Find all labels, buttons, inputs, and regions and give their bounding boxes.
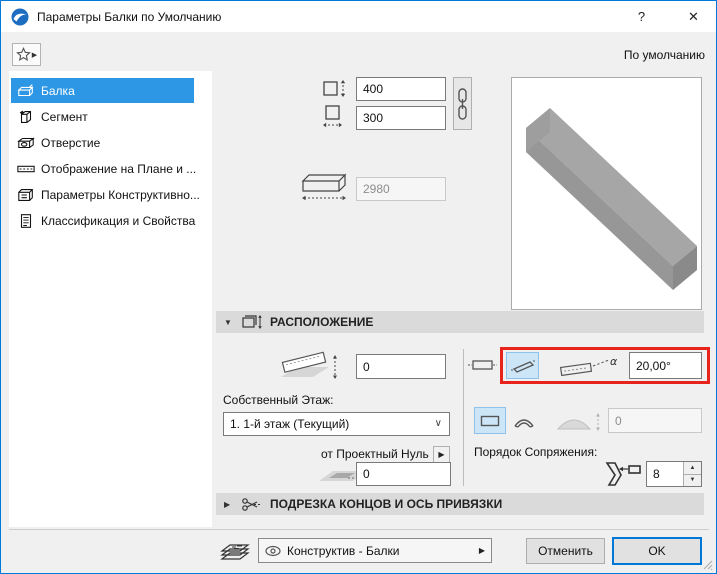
- chevron-down-icon: ∨: [434, 418, 442, 429]
- scissors-icon: [242, 498, 262, 511]
- reference-level-flyout-button[interactable]: ▶: [433, 446, 450, 463]
- structural-parameters-icon: [18, 188, 33, 201]
- beam-preview-panel[interactable]: [511, 77, 702, 310]
- sidebar-item-label: Сегмент: [41, 109, 88, 124]
- close-button[interactable]: ✕: [671, 1, 716, 32]
- slope-angle-alpha-icon: α: [559, 355, 618, 377]
- beam-height-input[interactable]: 400: [356, 77, 446, 101]
- sidebar-item-label: Классификация и Свойства: [41, 213, 196, 228]
- classification-icon: [20, 213, 32, 228]
- home-story-select[interactable]: 1. 1-й этаж (Текущий) ∨: [223, 412, 450, 436]
- settings-sidebar: Балка Сегмент Отверстие Отображение на П…: [9, 71, 212, 527]
- column-divider: [463, 349, 464, 486]
- default-state-label: По умолчанию: [623, 48, 705, 62]
- flyout-arrow-icon: ▶: [478, 546, 485, 555]
- eye-icon: [265, 545, 281, 556]
- junction-order-icon: [605, 462, 641, 486]
- floorplan-display-icon: [17, 165, 35, 172]
- segment-icon: [19, 110, 32, 123]
- star-icon: [15, 47, 31, 61]
- layers-icon: [220, 544, 250, 560]
- arc-height-input: 0: [608, 408, 702, 433]
- beam-elevation-icon: [281, 351, 337, 379]
- sloped-beam-toggle[interactable]: [506, 352, 539, 379]
- beam-width-input[interactable]: 300: [356, 106, 446, 130]
- slope-angle-input[interactable]: 20,00°: [629, 352, 702, 379]
- sidebar-item-floorplan-display[interactable]: Отображение на Плане и ...: [11, 156, 197, 181]
- curved-beam-icon: [514, 418, 534, 428]
- junction-order-label: Порядок Сопряжения:: [474, 445, 598, 459]
- link-dimensions-button[interactable]: [453, 77, 472, 130]
- resize-grip[interactable]: [703, 560, 713, 570]
- sidebar-item-opening[interactable]: Отверстие: [11, 130, 194, 155]
- collapse-triangle-icon: ▼: [224, 317, 232, 327]
- section-title: РАСПОЛОЖЕНИЕ: [270, 315, 374, 329]
- curved-beam-toggle[interactable]: [509, 407, 539, 434]
- sidebar-item-classification[interactable]: Классификация и Свойства: [11, 208, 196, 233]
- svg-text:α: α: [610, 355, 618, 368]
- layer-name: Конструктив - Балки: [287, 543, 400, 558]
- elevation-input[interactable]: 0: [356, 354, 446, 379]
- title-bar[interactable]: Параметры Балки по Умолчанию ? ✕: [1, 1, 716, 32]
- sidebar-item-label: Параметры Конструктивно...: [41, 187, 200, 202]
- sidebar-item-label: Балка: [41, 83, 75, 98]
- ok-button[interactable]: OK: [612, 537, 702, 565]
- sloped-beam-icon: [510, 360, 535, 373]
- section-header-location[interactable]: ▼ РАСПОЛОЖЕНИЕ: [216, 311, 704, 333]
- opening-icon: [17, 136, 35, 148]
- sidebar-item-label: Отображение на Плане и ...: [41, 161, 197, 176]
- straight-beam-toggle[interactable]: [474, 407, 506, 434]
- collapse-triangle-icon: ▶: [224, 499, 231, 509]
- chain-link-icon: [458, 87, 467, 120]
- arc-height-icon: [556, 413, 600, 431]
- flyout-arrow-icon: ▶: [31, 51, 38, 59]
- horizontal-beam-icon: [468, 360, 497, 370]
- beam-icon: [17, 83, 34, 96]
- home-story-label: Собственный Этаж:: [223, 393, 334, 407]
- location-section-icon: [242, 315, 262, 329]
- beam-length-input: 2980: [356, 177, 446, 201]
- favorites-toolbar: ▶ По умолчанию: [2, 32, 715, 71]
- beam-preview-image: [526, 108, 697, 290]
- footer-separator: [9, 529, 709, 530]
- sidebar-item-label: Отверстие: [41, 135, 101, 150]
- spin-up-button[interactable]: ▲: [684, 462, 701, 475]
- reference-offset-input[interactable]: 0: [356, 462, 451, 486]
- beam-height-icon: [323, 80, 346, 97]
- layer-combo-button[interactable]: Конструктив - Балки ▶: [258, 538, 492, 563]
- sidebar-item-segment[interactable]: Сегмент: [11, 104, 194, 129]
- junction-order-stepper[interactable]: 8 ▲ ▼: [646, 461, 702, 487]
- spin-down-button[interactable]: ▼: [684, 474, 701, 486]
- favorites-button[interactable]: ▶: [12, 43, 41, 66]
- sidebar-item-beam[interactable]: Балка: [11, 78, 194, 103]
- cancel-button[interactable]: Отменить: [526, 538, 605, 564]
- sidebar-item-structural-parameters[interactable]: Параметры Конструктивно...: [11, 182, 200, 207]
- section-title: ПОДРЕЗКА КОНЦОВ И ОСЬ ПРИВЯЗКИ: [270, 497, 503, 511]
- beam-width-icon: [323, 105, 342, 128]
- help-button[interactable]: ?: [619, 1, 664, 32]
- archicad-logo-icon: [11, 8, 29, 25]
- straight-beam-icon: [480, 415, 500, 426]
- beam-length-icon: [301, 173, 347, 201]
- beam-default-settings-dialog: Параметры Балки по Умолчанию ? ✕ ▶ По ум…: [0, 0, 717, 574]
- junction-order-value: 8: [653, 467, 660, 481]
- window-title: Параметры Балки по Умолчанию: [37, 9, 222, 24]
- section-header-end-cuts[interactable]: ▶ ПОДРЕЗКА КОНЦОВ И ОСЬ ПРИВЯЗКИ: [216, 493, 704, 515]
